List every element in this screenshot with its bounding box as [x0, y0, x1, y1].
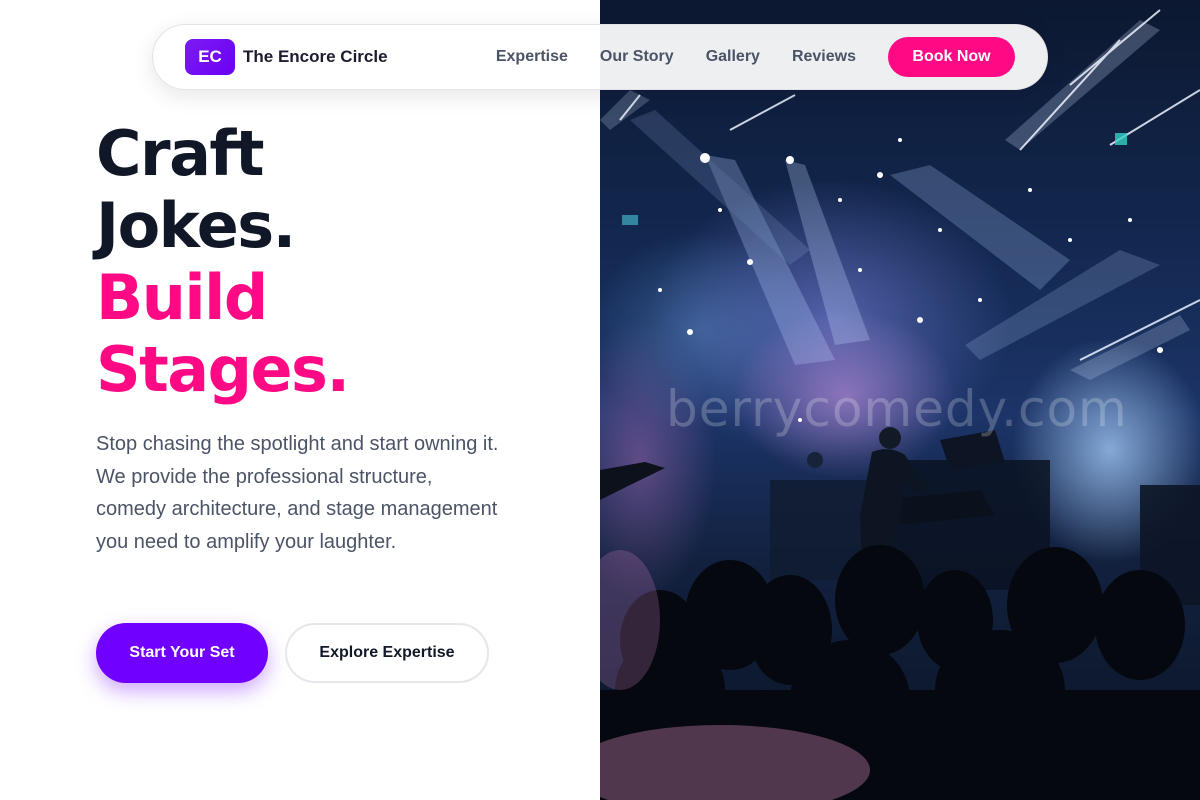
nav-link-expertise[interactable]: Expertise [496, 48, 568, 66]
headline-line-build: Build [96, 261, 268, 334]
nav-link-our-story[interactable]: Our Story [600, 48, 674, 66]
top-navbar: EC The Encore Circle Expertise Our Story… [152, 24, 1048, 90]
brand-name[interactable]: The Encore Circle [243, 47, 388, 67]
hero-headline: Craft Jokes. Build Stages. [96, 117, 350, 406]
headline-line-craft: Craft [96, 117, 265, 190]
logo-initials: EC [198, 47, 222, 66]
hero-concert-image: berrycomedy.com [600, 0, 1200, 800]
book-now-label: Book Now [912, 48, 991, 65]
image-watermark: berrycomedy.com [666, 380, 1128, 438]
explore-expertise-button[interactable]: Explore Expertise [285, 623, 489, 683]
hero-description: Stop chasing the spotlight and start own… [96, 433, 499, 553]
nav-link-gallery[interactable]: Gallery [706, 48, 760, 66]
headline-line-jokes: Jokes. [96, 189, 296, 262]
start-your-set-label: Start Your Set [129, 644, 235, 661]
start-your-set-button[interactable]: Start Your Set [96, 623, 268, 683]
logo-badge[interactable]: EC [185, 39, 235, 75]
book-now-button[interactable]: Book Now [888, 37, 1015, 77]
nav-link-reviews[interactable]: Reviews [792, 48, 856, 66]
explore-expertise-label: Explore Expertise [319, 644, 455, 661]
headline-line-stages: Stages. [96, 333, 350, 406]
nav-links: Expertise Our Story Gallery Reviews Book… [496, 37, 1015, 77]
